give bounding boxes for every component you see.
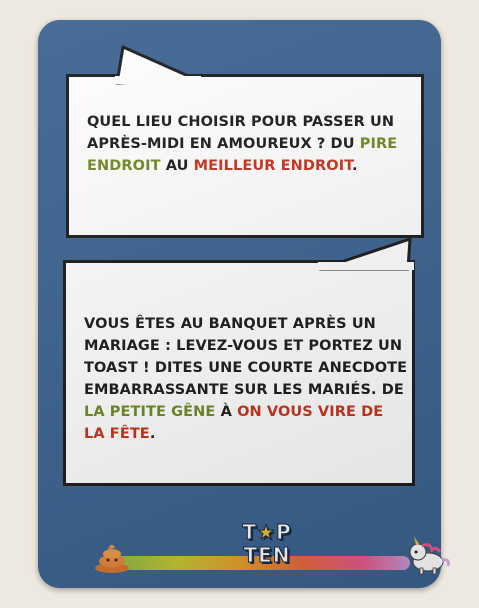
question-2-text: VOUS ÊTES AU BANQUET APRÈS UN MARIAGE : … <box>84 313 409 445</box>
star-icon: ★ <box>257 520 276 545</box>
speech-bubble-top: QUEL LIEU CHOISIR POUR PASSER UN APRÈS-M… <box>66 45 424 238</box>
question-2-middle: À <box>220 404 232 420</box>
question-2-end: . <box>149 426 156 442</box>
unicorn-icon <box>409 536 450 575</box>
logo-line-2: TEN <box>243 543 291 567</box>
speech-bubble-bottom: VOUS ÊTES AU BANQUET APRÈS UN MARIAGE : … <box>63 237 415 486</box>
question-2-low-label: LA PETITE GÊNE <box>84 404 216 420</box>
speech-bubble-top-tail <box>115 45 201 85</box>
question-1-middle: AU <box>165 158 189 174</box>
question-1-text: QUEL LIEU CHOISIR POUR PASSER UN APRÈS-M… <box>87 111 407 177</box>
speech-bubble-bottom-tail <box>318 237 414 271</box>
question-1-part1: QUEL LIEU CHOISIR POUR PASSER UN APRÈS-M… <box>87 114 395 152</box>
question-1-end: . <box>352 158 358 174</box>
poop-icon <box>95 544 129 573</box>
logo-line-1: T★P <box>242 520 292 545</box>
top-ten-logo: T★P TEN <box>228 520 306 580</box>
question-card: QUEL LIEU CHOISIR POUR PASSER UN APRÈS-M… <box>38 20 450 588</box>
question-1-high-label: MEILLEUR ENDROIT <box>193 158 352 174</box>
question-2-part1: VOUS ÊTES AU BANQUET APRÈS UN MARIAGE : … <box>84 316 408 398</box>
